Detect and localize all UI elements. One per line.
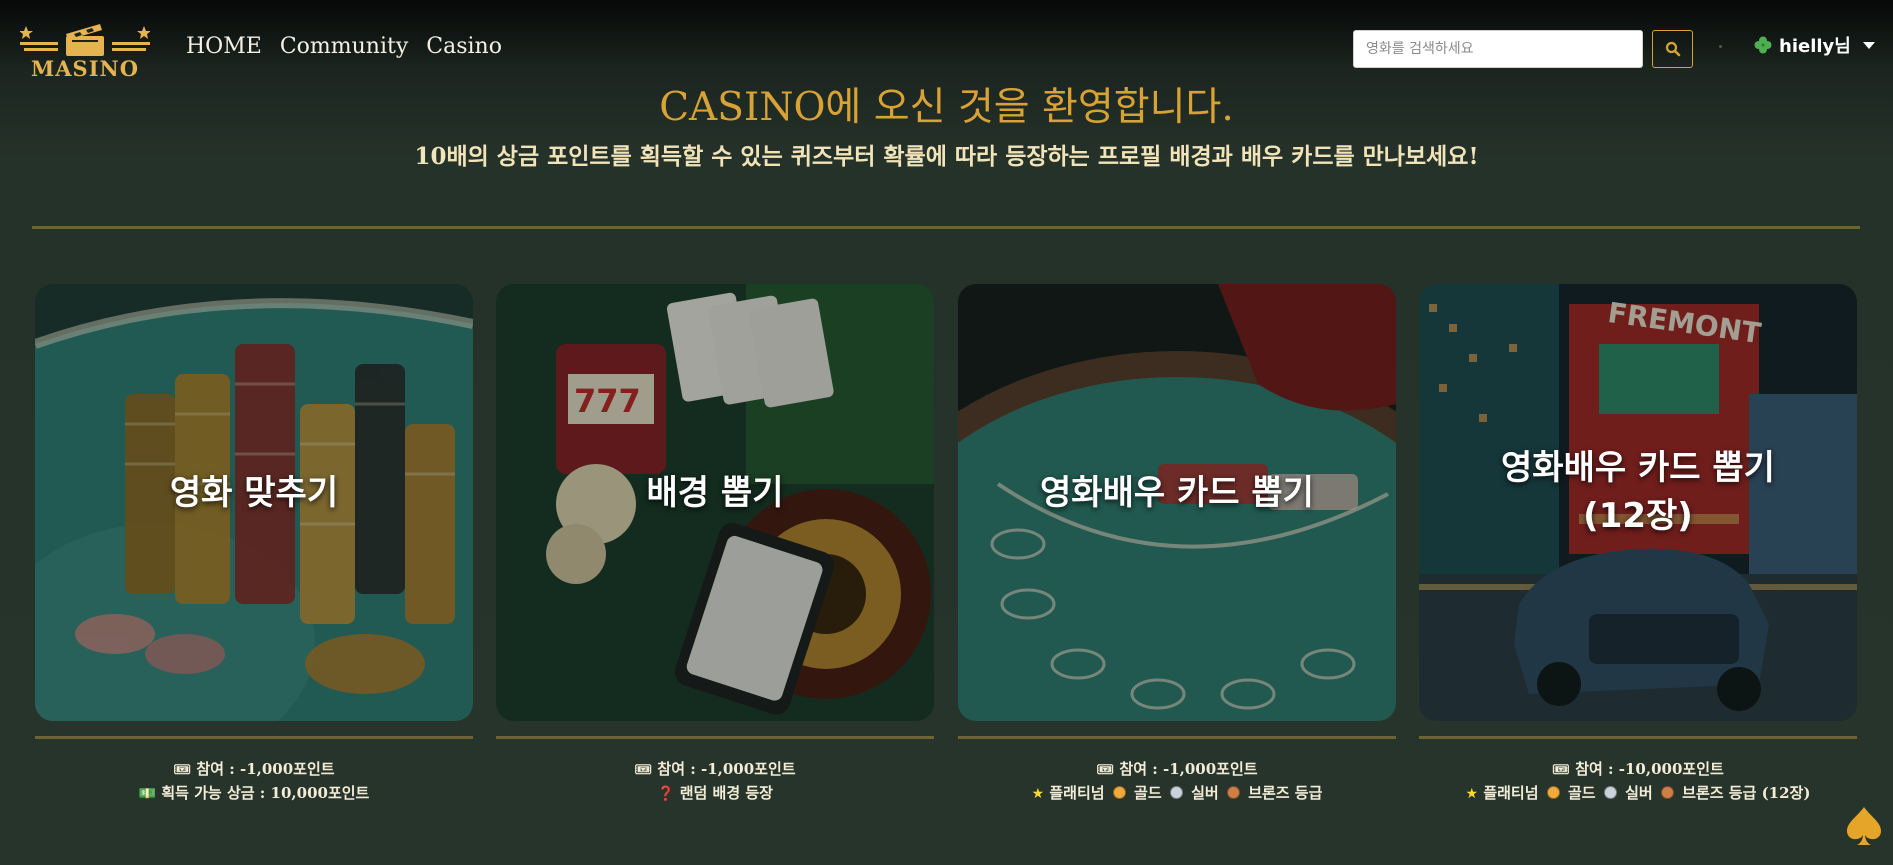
card-image-background-draw[interactable]: 777 배경 뽑기	[496, 284, 934, 721]
card-movie-quiz: 영화 맞추기 🎟 참여 : -1,000포인트 💵 획득 가능 상금 : 10,…	[35, 284, 473, 802]
ticket-icon: 🎟	[1096, 762, 1115, 778]
card-reward-text: 획득 가능 상금 : 10,000포인트	[161, 784, 370, 802]
card-cost-text: 참여 : -1,000포인트	[1119, 760, 1258, 778]
search-icon	[1665, 41, 1680, 57]
card-title: 영화배우 카드 뽑기	[1040, 473, 1314, 513]
silver-medal-icon	[1603, 786, 1617, 799]
nav-link-casino[interactable]: Casino	[426, 34, 502, 59]
bronze-medal-icon	[1660, 786, 1674, 799]
card-reward-text: 랜덤 배경 등장	[679, 784, 773, 802]
silver-medal-icon	[1169, 786, 1183, 799]
card-actor-draw-12: FREMONT 영화배우 카드 뽑기 (12장) 🎟 참여 : -10,000포…	[1419, 284, 1857, 802]
card-actor-draw: 영화배우 카드 뽑기 🎟 참여 : -1,000포인트 ★ 플래티넘 골드 실버…	[958, 284, 1396, 802]
card-image-actor-draw[interactable]: 영화배우 카드 뽑기	[958, 284, 1396, 721]
card-grades: ★ 플래티넘 골드 실버 브론즈 등급	[958, 782, 1396, 803]
card-cost-text: 참여 : -10,000포인트	[1575, 760, 1724, 778]
star-icon: ★	[1031, 786, 1045, 802]
gold-medal-icon	[1112, 786, 1126, 799]
card-divider	[1419, 736, 1857, 739]
nav-separator	[1719, 45, 1722, 48]
user-menu[interactable]: hielly님	[1753, 32, 1875, 58]
card-divider	[35, 736, 473, 739]
grade-platinum: 플래티넘	[1049, 784, 1105, 802]
card-cost: 🎟 참여 : -1,000포인트	[496, 758, 934, 779]
card-grades: ★ 플래티넘 골드 실버 브론즈 등급 (12장)	[1419, 782, 1857, 803]
search-button[interactable]	[1652, 30, 1693, 68]
nav-links: HOME Community Casino	[186, 34, 520, 59]
card-title: 배경 뽑기	[646, 473, 784, 513]
ticket-icon: 🎟	[634, 762, 653, 778]
card-image-movie-quiz[interactable]: 영화 맞추기	[35, 284, 473, 721]
grade-bronze: 브론즈 등급 (12장)	[1682, 784, 1811, 802]
card-divider	[958, 736, 1396, 739]
spade-icon[interactable]	[1845, 805, 1883, 847]
card-reward: ❓ 랜덤 배경 등장	[496, 782, 934, 803]
card-image-actor-draw-12[interactable]: FREMONT 영화배우 카드 뽑기 (12장)	[1419, 284, 1857, 721]
card-cost-text: 참여 : -1,000포인트	[196, 760, 335, 778]
card-title: 영화 맞추기	[169, 473, 339, 513]
search-input[interactable]	[1353, 30, 1643, 68]
page-title: CASINO에 오신 것을 환영합니다.	[659, 85, 1234, 130]
clapperboard-icon	[20, 24, 150, 56]
page-subtitle: 10배의 상금 포인트를 획득할 수 있는 퀴즈부터 확률에 따라 등장하는 프…	[414, 143, 1479, 170]
grade-silver: 실버	[1625, 784, 1653, 802]
gold-medal-icon	[1546, 786, 1560, 799]
masino-logo[interactable]: MASINO	[20, 22, 150, 81]
nav-link-home[interactable]: HOME	[186, 34, 262, 59]
grade-gold: 골드	[1567, 784, 1596, 802]
section-divider	[32, 226, 1860, 229]
nav-link-community[interactable]: Community	[280, 34, 408, 59]
card-cost: 🎟 참여 : -1,000포인트	[35, 758, 473, 779]
card-cost-text: 참여 : -1,000포인트	[657, 760, 796, 778]
grade-bronze: 브론즈 등급	[1248, 784, 1323, 802]
card-cost: 🎟 참여 : -10,000포인트	[1419, 758, 1857, 779]
question-icon: ❓	[657, 786, 675, 802]
grade-gold: 골드	[1134, 784, 1162, 802]
clover-icon	[1754, 36, 1772, 54]
card-title: 영화배우 카드 뽑기 (12장)	[1501, 448, 1775, 536]
bronze-medal-icon	[1226, 786, 1240, 799]
ticket-icon: 🎟	[173, 762, 192, 778]
grade-platinum: 플래티넘	[1483, 784, 1539, 802]
card-background-draw: 777 배경 뽑기 🎟 참여 : -1,000포인트 ❓ 랜덤 배경 등장	[496, 284, 934, 802]
chevron-down-icon	[1862, 41, 1875, 49]
money-icon: 💵	[138, 786, 157, 802]
card-reward: 💵 획득 가능 상금 : 10,000포인트	[35, 782, 473, 803]
grade-silver: 실버	[1191, 784, 1219, 802]
ticket-icon: 🎟	[1552, 762, 1570, 778]
card-cost: 🎟 참여 : -1,000포인트	[958, 758, 1396, 779]
star-icon: ★	[1465, 786, 1479, 802]
card-divider	[496, 736, 934, 739]
user-name: hielly님	[1779, 36, 1851, 57]
